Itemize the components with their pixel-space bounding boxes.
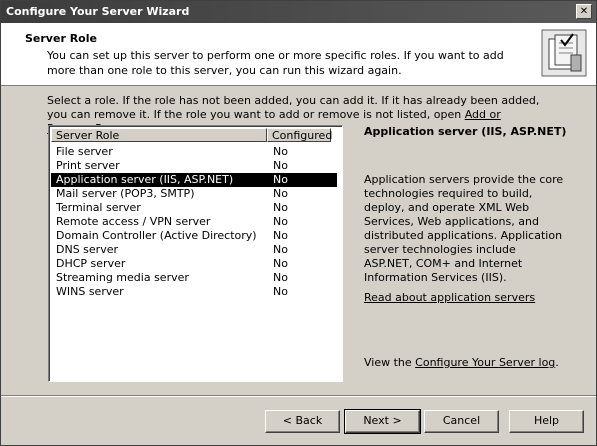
window-title: Configure Your Server Wizard	[6, 5, 190, 18]
wizard-window: Configure Your Server Wizard ✕ Server Ro…	[0, 0, 597, 446]
list-item[interactable]: DNS server No	[51, 243, 337, 257]
role-configured: No	[273, 229, 288, 242]
role-name: File server	[56, 145, 113, 158]
column-header-server-role[interactable]: Server Role	[51, 128, 267, 142]
list-header: Server Role Configured	[51, 128, 332, 143]
server-log-link[interactable]: Configure Your Server log	[415, 356, 555, 369]
role-name: Terminal server	[56, 201, 141, 214]
list-item[interactable]: Terminal server No	[51, 201, 337, 215]
role-name: WINS server	[56, 285, 124, 298]
list-item[interactable]: Remote access / VPN server No	[51, 215, 337, 229]
list-item[interactable]: File server No	[51, 145, 337, 159]
log-line: View the Configure Your Server log.	[364, 356, 559, 369]
list-rows: File server No Print server No Application…	[50, 145, 338, 299]
role-configured: No	[273, 145, 288, 158]
next-button[interactable]: Next >	[344, 409, 421, 434]
selected-role-description: Application servers provide the core tec…	[364, 173, 564, 284]
read-about-link[interactable]: Read about application servers	[364, 291, 535, 304]
list-item[interactable]: Streaming media server No	[51, 271, 337, 285]
wizard-header: Server Role You can set up this server t…	[1, 23, 596, 86]
list-item[interactable]: WINS server No	[51, 285, 337, 299]
list-item-selected[interactable]: Application server (IIS, ASP.NET) No	[50, 172, 338, 188]
wizard-checklist-icon	[541, 29, 587, 77]
role-name: DNS server	[56, 243, 118, 256]
page-description: You can set up this server to perform on…	[47, 49, 504, 77]
selected-role-title: Application server (IIS, ASP.NET)	[364, 125, 567, 138]
list-item[interactable]: DHCP server No	[51, 257, 337, 271]
role-name: Application server (IIS, ASP.NET)	[56, 173, 234, 186]
role-configured: No	[273, 173, 288, 186]
page-title: Server Role	[25, 32, 97, 45]
role-configured: No	[273, 285, 288, 298]
column-header-configured[interactable]: Configured	[267, 128, 332, 142]
list-item[interactable]: Domain Controller (Active Directory) No	[51, 229, 337, 243]
button-separator	[1, 395, 596, 397]
close-button[interactable]: ✕	[576, 4, 592, 19]
title-bar: Configure Your Server Wizard ✕	[1, 1, 596, 23]
role-name: DHCP server	[56, 257, 126, 270]
role-name: Print server	[56, 159, 120, 172]
role-name: Streaming media server	[56, 271, 189, 284]
role-configured: No	[273, 257, 288, 270]
role-configured: No	[273, 243, 288, 256]
role-name: Mail server (POP3, SMTP)	[56, 187, 195, 200]
role-configured: No	[273, 187, 288, 200]
list-item[interactable]: Print server No	[51, 159, 337, 173]
help-button[interactable]: Help	[509, 410, 584, 433]
role-configured: No	[273, 271, 288, 284]
cancel-button[interactable]: Cancel	[424, 410, 499, 433]
role-name: Domain Controller (Active Directory)	[56, 229, 257, 242]
list-item[interactable]: Mail server (POP3, SMTP) No	[51, 187, 337, 201]
log-suffix: .	[555, 356, 559, 369]
role-configured: No	[273, 159, 288, 172]
server-role-list[interactable]: Server Role Configured File server No Pri…	[48, 125, 343, 382]
back-button[interactable]: < Back	[265, 410, 340, 433]
log-prefix: View the	[364, 356, 416, 369]
role-configured: No	[273, 201, 288, 214]
role-configured: No	[273, 215, 288, 228]
role-name: Remote access / VPN server	[56, 215, 211, 228]
